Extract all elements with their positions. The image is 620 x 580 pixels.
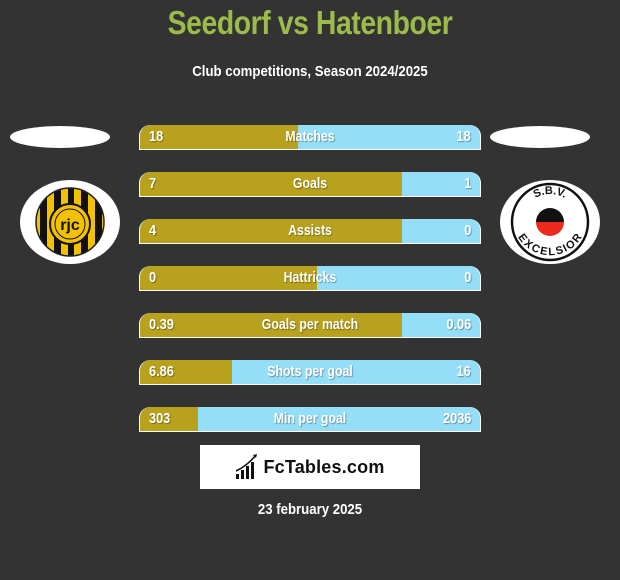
left-value: 303 [149, 410, 171, 427]
left-value: 4 [149, 222, 157, 239]
stat-label: Min per goal [273, 410, 347, 427]
page-subtitle: Club competitions, Season 2024/2025 [192, 63, 428, 80]
left-value: 0 [149, 269, 157, 286]
right-value: 16 [456, 363, 471, 380]
stat-label: Hattricks [283, 269, 337, 286]
fctables-logo[interactable]: FcTables.com [200, 445, 420, 489]
right-value: 0 [463, 269, 471, 286]
right-value: 2036 [442, 410, 471, 427]
stat-row: 4 Assists 0 [139, 219, 481, 244]
right-value: 1 [463, 175, 471, 192]
excelsior-badge-icon: S.B.V. EXCELSIOR [510, 182, 590, 262]
stat-row: 7 Goals 1 [139, 172, 481, 197]
stats-comparison: 18 Matches 18 7 Goals 1 4 Assists 0 0 Ha… [139, 125, 481, 454]
stat-label: Assists [288, 222, 332, 239]
stat-label: Goals per match [261, 316, 359, 333]
stat-row: 18 Matches 18 [139, 125, 481, 150]
brand-name: FcTables.com [263, 456, 385, 477]
left-team-badge[interactable]: rjc [20, 180, 120, 264]
stat-label: Shots per goal [267, 363, 353, 380]
stat-row: 0.39 Goals per match 0.06 [139, 313, 481, 338]
stat-row: 0 Hattricks 0 [139, 266, 481, 291]
stat-row: 303 Min per goal 2036 [139, 407, 481, 432]
stat-label: Goals [292, 175, 328, 192]
stat-row: 6.86 Shots per goal 16 [139, 360, 481, 385]
left-value: 7 [149, 175, 157, 192]
date-label: 23 february 2025 [257, 501, 363, 518]
right-value: 0 [463, 222, 471, 239]
left-value: 18 [149, 128, 164, 145]
right-player-placeholder [490, 126, 590, 148]
page-title: Seedorf vs Hatenboer [167, 4, 453, 41]
stat-label: Matches [285, 128, 335, 145]
left-player-placeholder [10, 126, 110, 148]
right-team-badge[interactable]: S.B.V. EXCELSIOR [500, 180, 600, 264]
roda-jc-badge-icon: rjc [35, 187, 105, 257]
right-value: 18 [456, 128, 471, 145]
bar-chart-icon [236, 454, 258, 479]
svg-text:rjc: rjc [60, 217, 80, 234]
right-value: 0.06 [446, 316, 471, 333]
